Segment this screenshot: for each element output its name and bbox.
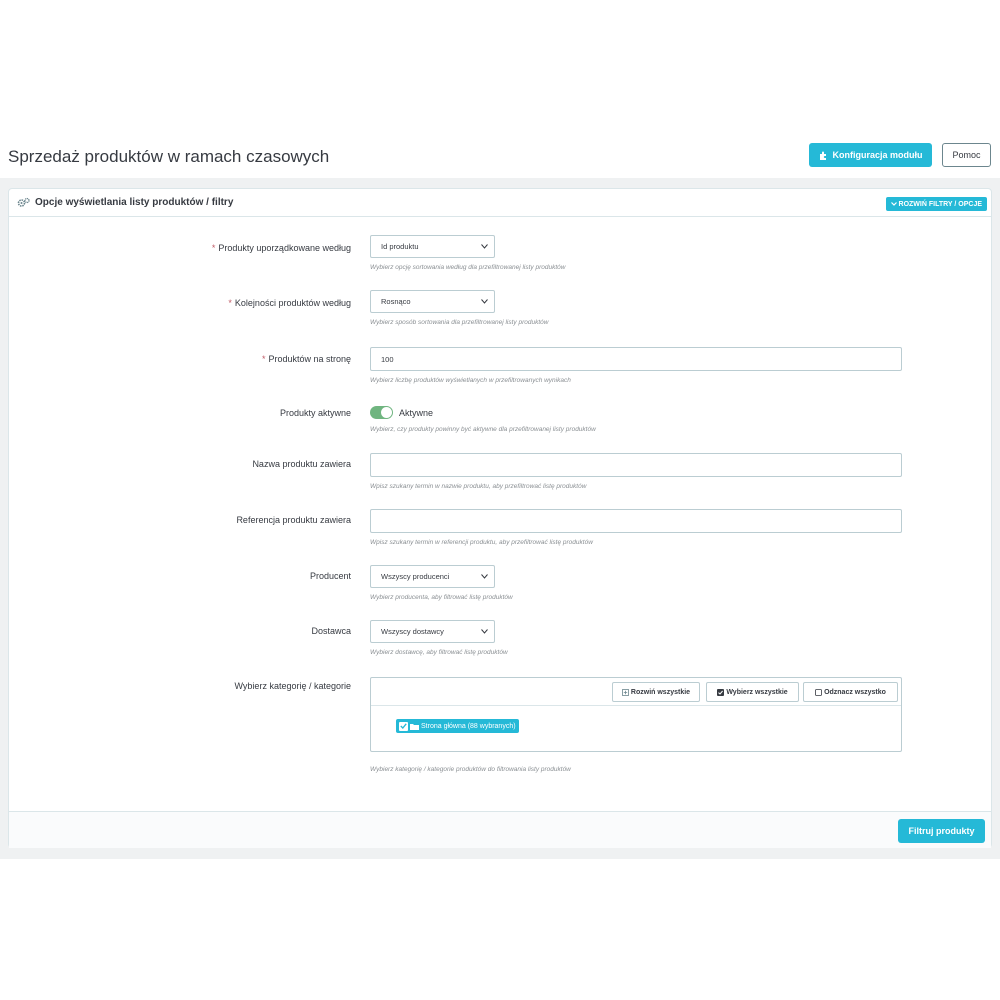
order-dir-select[interactable]: Rosnąco	[370, 290, 495, 313]
expand-filters-label: ROZWIŃ FILTRY / OPCJE	[898, 200, 982, 208]
supplier-select[interactable]: Wszyscy dostawcy	[370, 620, 495, 643]
name-contains-input[interactable]	[370, 453, 902, 477]
active-toggle-label: Aktywne	[399, 407, 434, 418]
panel-title: Opcje wyświetlania listy produktów / fil…	[35, 197, 234, 208]
expand-filters-button[interactable]: ROZWIŃ FILTRY / OPCJE	[885, 197, 987, 211]
chevron-down-icon	[481, 299, 488, 304]
chevron-down-icon	[481, 244, 488, 249]
module-config-label: Konfiguracja modułu	[832, 150, 923, 160]
active-help: Wybierz, czy produkty powinny być aktywn…	[370, 426, 596, 433]
deselect-all-button[interactable]: Odznacz wszystko	[803, 682, 898, 702]
manufacturer-help: Wybierz producenta, aby filtrować listę …	[370, 594, 513, 601]
checkbox-checked-icon	[399, 721, 408, 731]
filter-panel: Opcje wyświetlania listy produktów / fil…	[8, 188, 992, 848]
name-contains-label: Nazwa produktu zawiera	[252, 459, 351, 469]
expand-all-button[interactable]: Rozwiń wszystkie	[612, 682, 700, 702]
name-contains-help: Wpisz szukany termin w nazwie produktu, …	[370, 483, 587, 490]
page-title: Sprzedaż produktów w ramach czasowych	[8, 147, 330, 166]
ref-contains-label: Referencja produktu zawiera	[236, 515, 351, 525]
order-by-label: * Produkty uporządkowane według	[211, 243, 351, 253]
page-header: Sprzedaż produktów w ramach czasowych Ko…	[0, 130, 1000, 178]
per-page-label: * Produktów na stronę	[261, 354, 351, 364]
order-dir-help: Wybierz sposób sortowania dla przefiltro…	[370, 319, 549, 326]
category-node-root[interactable]: Strona główna (88 wybranych)	[396, 719, 519, 733]
active-toggle[interactable]	[370, 406, 393, 419]
filter-products-button[interactable]: Filtruj produkty	[898, 819, 985, 843]
per-page-input[interactable]: 100	[370, 347, 902, 371]
gears-icon	[17, 197, 30, 207]
active-label: Produkty aktywne	[279, 408, 351, 418]
folder-icon	[410, 723, 419, 730]
manufacturer-label: Producent	[309, 571, 351, 581]
order-by-select[interactable]: Id produktu	[370, 235, 495, 258]
panel-heading: Opcje wyświetlania listy produktów / fil…	[9, 189, 991, 217]
help-button[interactable]: Pomoc	[942, 143, 991, 167]
puzzle-icon	[819, 151, 826, 160]
chevron-down-icon	[890, 202, 897, 206]
categories-help: Wybierz kategorię / kategorie produktów …	[370, 766, 571, 773]
chevron-down-icon	[481, 629, 488, 634]
ref-contains-input[interactable]	[370, 509, 902, 533]
supplier-help: Wybierz dostawcę, aby filtrować listę pr…	[370, 649, 508, 656]
square-icon	[815, 688, 822, 696]
supplier-label: Dostawca	[311, 626, 351, 636]
categories-label: Wybierz kategorię / kategorie	[234, 681, 351, 691]
category-tree-toolbar: Rozwiń wszystkie Wybierz wszystkie Odzna…	[371, 678, 901, 706]
plus-square-icon	[622, 688, 629, 696]
manufacturer-select[interactable]: Wszyscy producenci	[370, 565, 495, 588]
page-area: Sprzedaż produktów w ramach czasowych Ko…	[0, 130, 1000, 859]
per-page-help: Wybierz liczbę produktów wyświetlanych w…	[370, 377, 571, 384]
module-config-button[interactable]: Konfiguracja modułu	[809, 143, 932, 167]
panel-footer: Filtruj produkty	[9, 811, 991, 848]
order-by-help: Wybierz opcję sortowania według dla prze…	[370, 264, 566, 271]
order-dir-label: * Kolejności produktów według	[228, 298, 351, 308]
ref-contains-help: Wpisz szukany termin w referencji produk…	[370, 539, 593, 546]
select-all-button[interactable]: Wybierz wszystkie	[706, 682, 799, 702]
check-square-icon	[717, 688, 725, 696]
chevron-down-icon	[481, 574, 488, 579]
category-tree: Rozwiń wszystkie Wybierz wszystkie Odzna…	[370, 677, 902, 752]
